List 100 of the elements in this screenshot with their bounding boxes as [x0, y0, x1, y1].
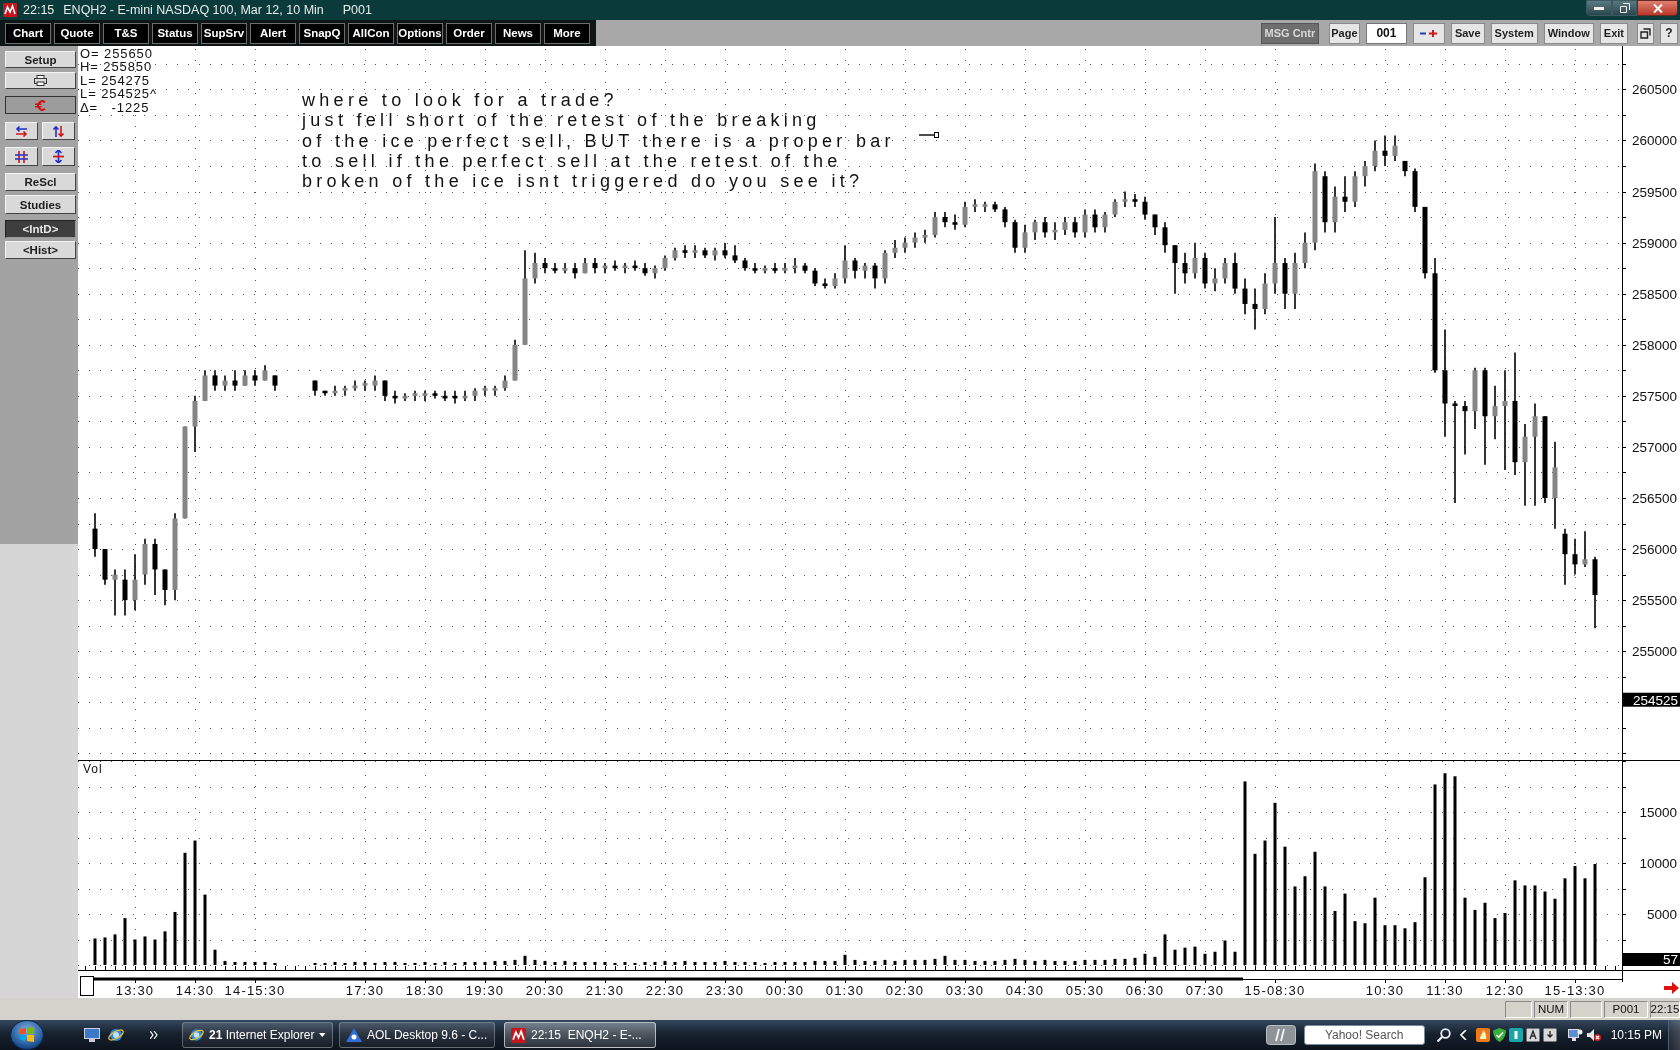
restore-window-button[interactable]	[1637, 22, 1654, 44]
status-panel	[1505, 1000, 1532, 1018]
candle	[1042, 216, 1048, 239]
toolbar-button[interactable]: Exit	[1599, 22, 1628, 44]
status-panel: NUM	[1534, 1000, 1568, 1018]
sidebar-button[interactable]: Studies	[5, 195, 76, 214]
minus-plus-icon	[1420, 29, 1438, 37]
candle	[742, 257, 748, 272]
price-readout: L= 254525^	[80, 87, 157, 101]
time-axis-label: 00:30	[765, 983, 805, 998]
candle	[622, 262, 628, 275]
network-icon[interactable]	[1567, 1028, 1583, 1042]
toolbar-button[interactable]: System	[1490, 22, 1538, 44]
price-axis-label: 259500	[1631, 184, 1677, 200]
candle	[1202, 252, 1208, 290]
print-button[interactable]	[5, 72, 76, 89]
tile-icon[interactable]	[1508, 1028, 1523, 1042]
tool-button[interactable]	[5, 147, 38, 166]
candle	[432, 389, 438, 400]
tool-button[interactable]	[5, 122, 38, 140]
toolbar-button[interactable]: SupSrv	[201, 22, 247, 44]
start-button[interactable]	[10, 1020, 44, 1050]
tool-button[interactable]	[42, 122, 75, 140]
candle	[102, 548, 108, 586]
taskbar-button[interactable]: AOL Desktop 9.6 - C...	[339, 1022, 495, 1048]
search-field[interactable]: Yahoo! Search	[1303, 1025, 1425, 1045]
desktop-icon[interactable]	[84, 1028, 100, 1042]
logo-tile-icon[interactable]	[1265, 1025, 1296, 1045]
price-readout: H= 255850	[80, 60, 154, 74]
chevron-icon[interactable]	[150, 1031, 158, 1039]
toolbar-button[interactable]: Quote	[54, 22, 100, 44]
toolbar-button[interactable]: News	[495, 22, 541, 44]
page-button[interactable]: Page	[1328, 22, 1360, 44]
toolbar-button[interactable]: Chart	[5, 22, 51, 44]
mode-button[interactable]: <IntD>	[5, 220, 76, 238]
candle	[692, 244, 698, 259]
toolbar-button[interactable]: Status	[152, 22, 198, 44]
time-axis-label: 22:30	[645, 983, 685, 998]
toolbar-button[interactable]: T&S	[103, 22, 149, 44]
candle	[852, 257, 858, 280]
time-axis-label: 02:30	[885, 983, 925, 998]
arrow-right-icon[interactable]	[1664, 982, 1679, 994]
minimize-icon	[1594, 6, 1604, 10]
candle	[402, 392, 408, 402]
mode-button[interactable]: <Hist>	[5, 241, 76, 259]
restore-button[interactable]	[1612, 0, 1637, 16]
candle	[382, 379, 388, 402]
price-axis-label: 260500	[1631, 82, 1677, 98]
toolbar-button[interactable]: Options	[397, 22, 443, 44]
candle	[672, 246, 678, 262]
chevron-left-icon[interactable]	[1459, 1030, 1467, 1040]
candle	[882, 249, 888, 285]
message-center-button[interactable]: MSG Cntr	[1260, 22, 1319, 44]
candle	[1082, 208, 1088, 239]
candle	[132, 553, 138, 612]
toolbar-button[interactable]: More	[544, 22, 590, 44]
time-axis-label: 15-13:30	[1544, 983, 1606, 998]
candle	[792, 257, 798, 275]
help-button[interactable]: ?	[1660, 22, 1678, 44]
candle	[1472, 366, 1478, 430]
time-axis-label: 04:30	[1005, 983, 1045, 998]
candle	[922, 229, 928, 244]
sidebar-button[interactable]: ReScl	[5, 173, 76, 191]
candle	[1462, 400, 1468, 456]
clock: 10:15 PM	[1610, 1028, 1662, 1042]
candle	[982, 200, 988, 213]
up-down-arrows-icon	[53, 124, 64, 138]
close-button[interactable]	[1637, 0, 1678, 16]
tile-icon[interactable]	[1525, 1028, 1540, 1042]
candle	[602, 262, 608, 275]
speaker-muted-icon[interactable]	[1585, 1028, 1601, 1042]
toolbar-button[interactable]: AllCon	[348, 22, 394, 44]
download-tile-icon[interactable]	[1542, 1028, 1557, 1042]
toolbar-button[interactable]: Alert	[250, 22, 296, 44]
minus-plus-button[interactable]	[1412, 22, 1445, 44]
candle	[352, 379, 358, 392]
candle	[902, 236, 908, 254]
setup-button[interactable]: Setup	[5, 51, 76, 68]
minimize-button[interactable]	[1586, 0, 1612, 16]
candle	[702, 246, 708, 259]
flame-icon[interactable]	[1475, 1028, 1490, 1042]
candle	[592, 257, 598, 275]
toolbar-button[interactable]: Order	[446, 22, 492, 44]
shield-icon[interactable]	[1492, 1028, 1506, 1042]
search-icon[interactable]	[1436, 1028, 1451, 1042]
toolbar-button[interactable]: Save	[1450, 22, 1485, 44]
app-logo-icon	[3, 3, 17, 17]
candle	[1152, 213, 1158, 236]
taskbar-button[interactable]: 22:15 ENQH2 - E-...	[504, 1022, 656, 1048]
taskbar-button[interactable]: 21 Internet Explorer	[182, 1022, 333, 1048]
candle	[422, 389, 428, 402]
page-field[interactable]: 001	[1365, 22, 1407, 44]
toolbar-button[interactable]: Window	[1543, 22, 1594, 44]
printer-icon	[34, 75, 47, 86]
tool-button[interactable]	[42, 147, 75, 166]
euro-icon	[35, 99, 46, 111]
scroll-box[interactable]	[80, 976, 94, 996]
euro-button[interactable]	[5, 96, 76, 114]
toolbar-button[interactable]: SnapQ	[299, 22, 345, 44]
browser-icon[interactable]	[108, 1027, 124, 1043]
